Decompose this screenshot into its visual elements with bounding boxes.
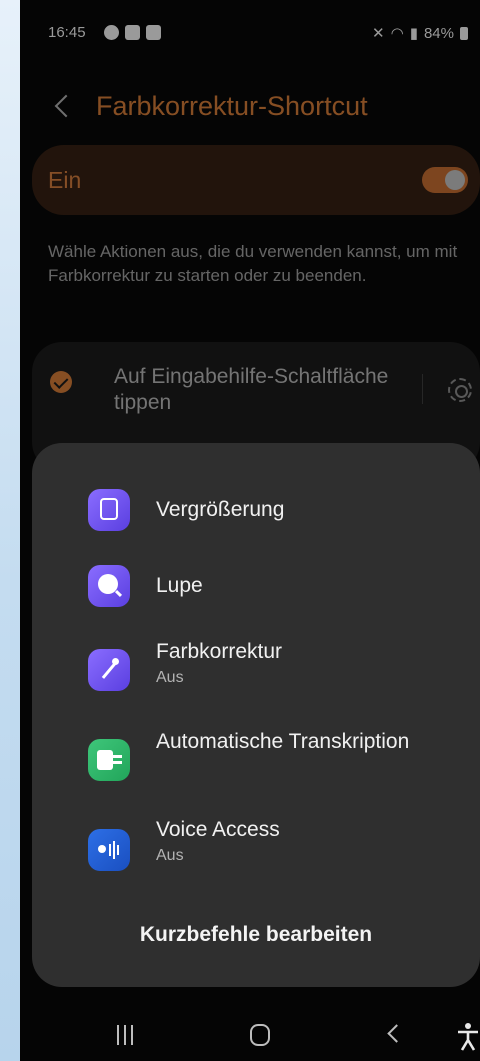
item-title: Voice Access <box>156 818 280 841</box>
item-title: Farbkorrektur <box>156 640 283 663</box>
popup-item-voice-access[interactable]: Voice Access Aus <box>32 817 480 877</box>
mail-icon <box>146 25 161 40</box>
edit-shortcuts-button[interactable]: Kurzbefehle bearbeiten <box>32 923 480 947</box>
toggle-label: Ein <box>48 167 82 193</box>
battery-icon <box>460 26 468 40</box>
checkbox-checked-icon[interactable] <box>50 371 72 393</box>
voice-access-icon <box>88 829 130 871</box>
phone-screen: 16:45 ✕ ◠ ▮ 84% Farbkorrektur-Shortcut E… <box>20 0 480 1061</box>
shortcut-toggle-card[interactable]: Ein <box>32 145 480 215</box>
magnification-icon <box>88 489 130 531</box>
signal-icon: ▮ <box>409 25 418 42</box>
accessibility-shortcut-popup: Vergrößerung Lupe Farbkorrektur Aus Auto… <box>32 443 480 987</box>
facebook-icon <box>104 25 119 40</box>
toggle-knob <box>445 170 465 190</box>
item-subtitle: Aus <box>156 847 184 864</box>
item-title: Automatische Transkription <box>156 730 410 753</box>
magnifier-icon <box>88 565 130 607</box>
status-time: 16:45 <box>48 24 86 41</box>
accessibility-icon[interactable] <box>456 1021 480 1051</box>
popup-item-automatische-transkription[interactable]: Automatische Transkription <box>32 727 480 787</box>
status-bar: 16:45 ✕ ◠ ▮ 84% <box>48 24 470 44</box>
popup-item-lupe[interactable]: Lupe <box>32 557 480 617</box>
recents-icon[interactable] <box>117 1025 133 1045</box>
system-icons: ✕ ◠ ▮ 84% <box>372 24 468 42</box>
battery-percent: 84% <box>423 24 454 42</box>
gallery-icon <box>125 25 140 40</box>
item-title: Vergrößerung <box>156 498 285 521</box>
popup-item-farbkorrektur[interactable]: Farbkorrektur Aus <box>32 633 480 693</box>
back-arrow-icon[interactable] <box>54 94 78 118</box>
page-title: Farbkorrektur-Shortcut <box>96 90 368 121</box>
wifi-icon: ◠ <box>390 25 404 42</box>
popup-item-vergroesserung[interactable]: Vergrößerung <box>32 481 480 541</box>
live-transcribe-icon <box>88 739 130 781</box>
item-title: Lupe <box>156 574 203 597</box>
color-correction-icon <box>88 649 130 691</box>
nav-back-icon[interactable] <box>387 1024 406 1043</box>
divider <box>422 374 423 404</box>
page-header: Farbkorrektur-Shortcut <box>50 86 460 126</box>
navigation-bar <box>20 1018 480 1058</box>
item-subtitle: Aus <box>156 669 184 686</box>
mute-icon: ✕ <box>372 25 385 42</box>
notification-icons <box>104 25 161 40</box>
option-label: Auf Eingabehilfe-Schaltfläche tippen <box>114 365 389 414</box>
description-text: Wähle Aktionen aus, die du verwenden kan… <box>48 242 458 285</box>
toggle-switch[interactable] <box>422 167 468 193</box>
gear-icon[interactable] <box>448 378 472 402</box>
home-icon[interactable] <box>250 1024 270 1046</box>
